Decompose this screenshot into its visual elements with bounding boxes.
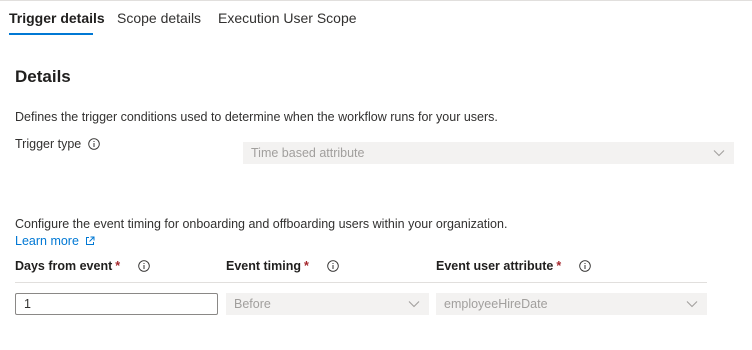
section-title: Details	[15, 67, 71, 86]
trigger-type-label: Trigger type	[15, 137, 100, 151]
required-marker: *	[304, 259, 309, 273]
timing-description: Configure the event timing for onboardin…	[15, 217, 508, 231]
days-label-text: Days from event	[15, 259, 113, 273]
details-description: Defines the trigger conditions used to d…	[15, 110, 498, 124]
event-timing-value: Before	[234, 297, 271, 311]
event-attr-label-text: Event user attribute	[436, 259, 554, 273]
info-icon[interactable]	[579, 260, 592, 272]
event-timing-label: Event timing *	[226, 259, 339, 273]
tab-trigger-details[interactable]: Trigger details	[9, 10, 105, 26]
required-marker: *	[115, 259, 121, 273]
info-icon[interactable]	[138, 260, 150, 272]
trigger-type-label-text: Trigger type	[15, 137, 82, 151]
info-icon[interactable]	[327, 260, 339, 272]
header-divider	[15, 282, 707, 283]
required-marker: *	[556, 259, 562, 273]
event-timing-select[interactable]: Before	[226, 293, 429, 315]
tab-scope-details[interactable]: Scope details	[117, 10, 201, 26]
learn-more-text: Learn more	[15, 234, 79, 248]
event-attr-value: employeeHireDate	[444, 297, 548, 311]
info-icon[interactable]	[88, 138, 100, 150]
event-user-attribute-label: Event user attribute *	[436, 259, 592, 273]
event-timing-label-text: Event timing	[226, 259, 302, 273]
tab-execution-user-scope[interactable]: Execution User Scope	[218, 10, 357, 26]
days-from-event-label: Days from event *	[15, 259, 150, 273]
external-link-icon	[85, 236, 95, 245]
days-from-event-input[interactable]	[15, 293, 218, 315]
chevron-down-icon	[713, 150, 725, 157]
trigger-type-select[interactable]: Time based attribute	[243, 142, 734, 164]
chevron-down-icon	[686, 301, 698, 308]
tab-bar: Trigger details Scope details Execution …	[0, 0, 752, 38]
trigger-type-value: Time based attribute	[251, 146, 365, 160]
event-user-attribute-select[interactable]: employeeHireDate	[436, 293, 707, 315]
chevron-down-icon	[408, 301, 420, 308]
active-tab-indicator	[9, 33, 93, 35]
learn-more-link[interactable]: Learn more	[15, 234, 95, 248]
